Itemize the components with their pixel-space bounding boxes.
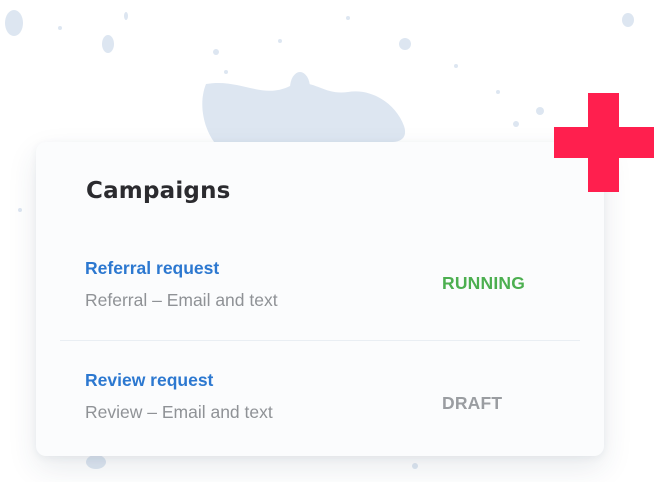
- row-divider: [60, 340, 580, 341]
- campaign-status-badge: DRAFT: [442, 393, 503, 413]
- campaign-description: Referral – Email and text: [85, 290, 278, 310]
- campaigns-card: Campaigns Referral request Referral – Em…: [36, 142, 604, 456]
- card-title: Campaigns: [86, 178, 231, 204]
- campaign-name-link[interactable]: Review request: [85, 370, 213, 391]
- campaign-status-badge: RUNNING: [442, 273, 526, 293]
- campaign-row-review[interactable]: Review request Review – Email and text D…: [36, 362, 604, 452]
- screenshot-stage: Campaigns Referral request Referral – Em…: [0, 0, 654, 482]
- campaign-name-link[interactable]: Referral request: [85, 258, 219, 279]
- plus-icon: [554, 93, 654, 192]
- campaign-description: Review – Email and text: [85, 402, 273, 422]
- campaign-row-referral[interactable]: Referral request Referral – Email and te…: [36, 250, 604, 340]
